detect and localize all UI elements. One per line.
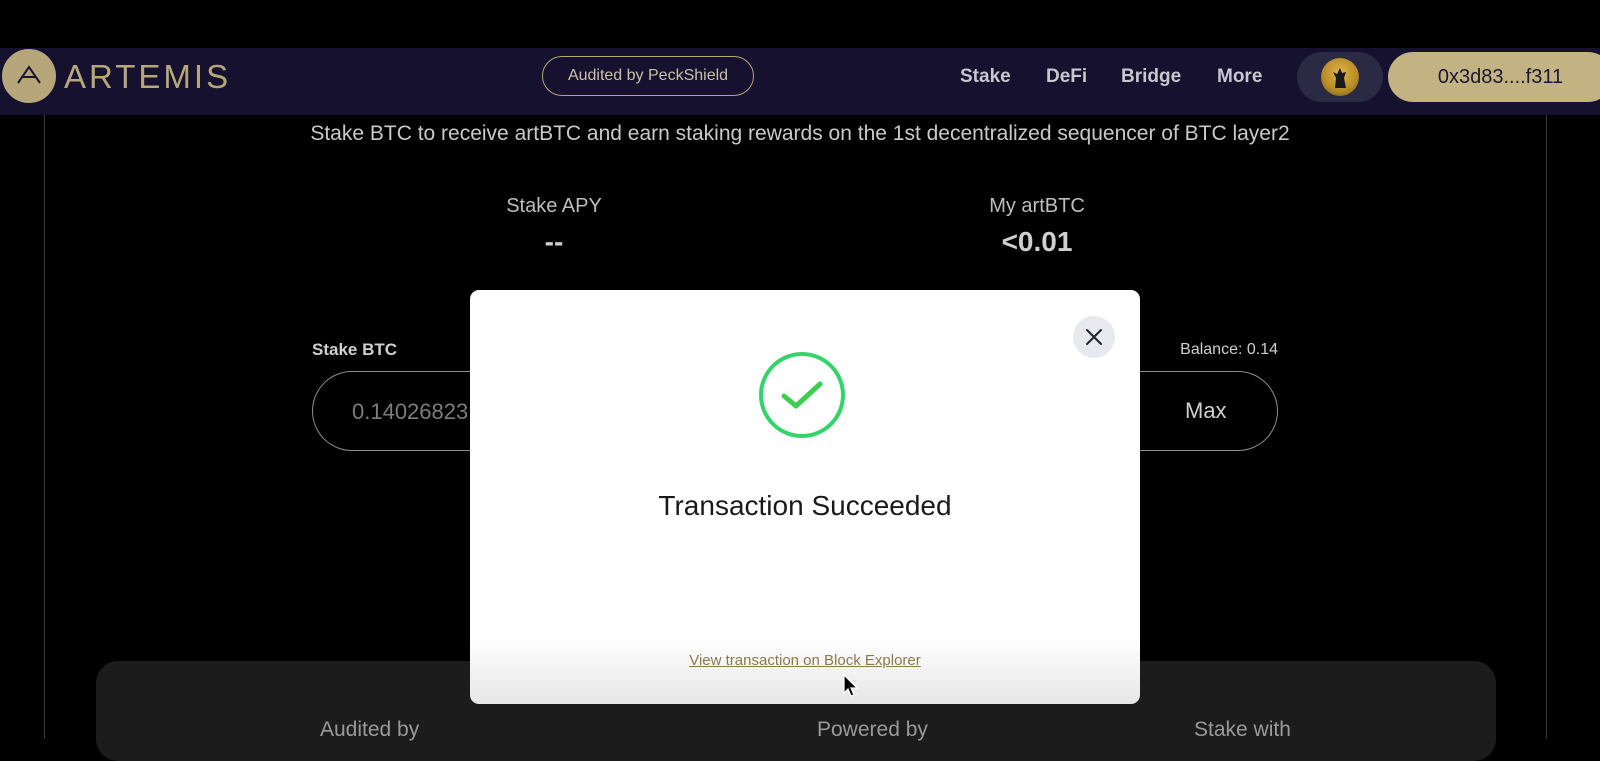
my-artbtc-label: My artBTC	[989, 195, 1085, 217]
nav-defi[interactable]: DeFi	[1046, 66, 1087, 88]
max-button[interactable]: Max	[1185, 398, 1227, 424]
artemis-logo-icon[interactable]	[2, 49, 56, 103]
my-artbtc-value: <0.01	[1001, 226, 1073, 257]
wallet-address-button[interactable]: 0x3d83....f311	[1388, 52, 1600, 102]
nav-bridge[interactable]: Bridge	[1121, 66, 1181, 88]
powered-by-label: Powered by	[817, 718, 928, 741]
checkmark-icon	[781, 381, 823, 409]
block-explorer-link[interactable]: View transaction on Block Explorer	[470, 652, 1140, 669]
logo-text[interactable]: ARTEMIS	[64, 58, 231, 96]
audited-badge[interactable]: Audited by PeckShield	[542, 56, 754, 96]
stake-apy-value: --	[544, 226, 564, 257]
balance-text: Balance: 0.14	[1180, 341, 1278, 358]
wolf-avatar-icon	[1321, 58, 1359, 96]
nav-stake[interactable]: Stake	[960, 66, 1011, 88]
page-subtitle: Stake BTC to receive artBTC and earn sta…	[310, 122, 1290, 145]
modal-title: Transaction Succeeded	[658, 490, 952, 521]
close-button[interactable]	[1073, 316, 1115, 358]
stake-btc-label: Stake BTC	[312, 340, 398, 359]
audited-by-label: Audited by	[320, 718, 420, 741]
close-icon	[1086, 329, 1102, 345]
mouse-cursor-icon	[843, 673, 859, 703]
success-icon	[759, 352, 845, 438]
nav-more[interactable]: More	[1217, 66, 1262, 88]
frame-border-left	[44, 115, 45, 739]
stake-amount-value[interactable]: 0.14026823	[352, 399, 468, 425]
frame-border-right	[1546, 115, 1547, 739]
transaction-success-modal: Transaction Succeeded View transaction o…	[470, 290, 1140, 704]
stake-apy-label: Stake APY	[506, 195, 602, 217]
stake-with-label: Stake with	[1194, 718, 1291, 741]
avatar-button[interactable]	[1297, 52, 1383, 102]
